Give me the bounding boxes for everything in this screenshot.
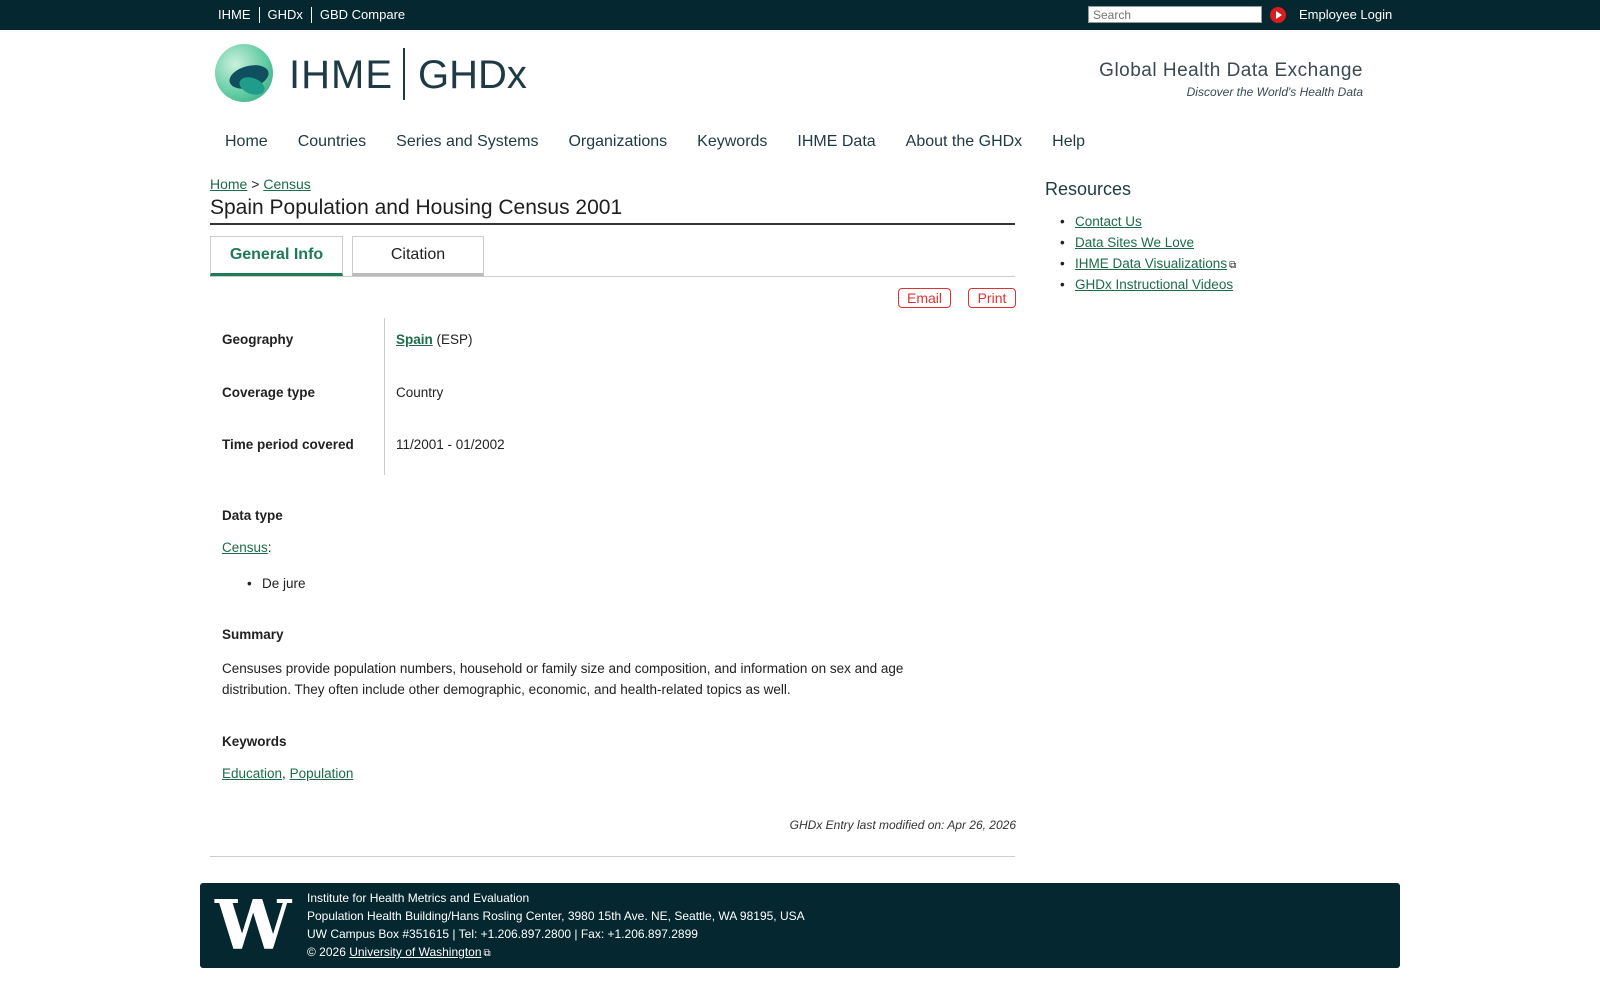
- nav-help[interactable]: Help: [1052, 133, 1085, 151]
- nav-about-ghdx[interactable]: About the GHDx: [906, 133, 1023, 151]
- email-button[interactable]: Email: [898, 288, 951, 308]
- site-tagline: Global Health Data Exchange: [1099, 60, 1363, 81]
- summary-heading: Summary: [222, 627, 284, 642]
- breadcrumb-census[interactable]: Census: [263, 176, 310, 192]
- top-links: IHME GHDx GBD Compare: [218, 7, 413, 23]
- geography-link[interactable]: Spain: [396, 332, 433, 347]
- top-link-ihme[interactable]: IHME: [218, 7, 259, 23]
- top-bar: IHME GHDx GBD Compare Employee Login: [0, 0, 1600, 30]
- keyword-population[interactable]: Population: [290, 766, 354, 781]
- breadcrumb: Home > Census: [210, 176, 311, 192]
- coverage-type-value: Country: [396, 385, 444, 400]
- time-period-value: 11/2001 - 01/2002: [396, 437, 505, 452]
- details-divider: [384, 318, 385, 475]
- summary-line-1: Censuses provide population numbers, hou…: [222, 661, 904, 676]
- footer-line-4: © 2026 University of Washington ⧉: [307, 943, 805, 963]
- nav-countries[interactable]: Countries: [298, 133, 366, 151]
- print-button[interactable]: Print: [968, 288, 1016, 308]
- data-type-line: Census:: [222, 537, 272, 558]
- keywords-list: Education, Population: [222, 763, 353, 784]
- data-type-heading: Data type: [222, 508, 283, 523]
- breadcrumb-home[interactable]: Home: [210, 176, 247, 192]
- data-type-item: De jure: [247, 576, 305, 591]
- ihme-logo-icon[interactable]: [215, 44, 273, 102]
- brand-ghdx[interactable]: GHDx: [418, 53, 527, 98]
- resource-ihme-viz[interactable]: IHME Data Visualizations: [1075, 256, 1227, 271]
- summary-line-2: distribution. They often include other d…: [222, 682, 791, 697]
- resource-item: Contact Us: [1060, 214, 1236, 235]
- time-period-label: Time period covered: [222, 437, 354, 452]
- resource-item: Data Sites We Love: [1060, 235, 1236, 256]
- footer-line-3: UW Campus Box #351615 | Tel: +1.206.897.…: [307, 927, 698, 941]
- uw-logo[interactable]: W: [215, 892, 291, 960]
- tabs-divider: [210, 276, 1015, 277]
- footer-text: Institute for Health Metrics and Evaluat…: [307, 889, 805, 963]
- geography-code: (ESP): [436, 332, 473, 347]
- nav-series-and-systems[interactable]: Series and Systems: [396, 133, 538, 151]
- nav-organizations[interactable]: Organizations: [568, 133, 667, 151]
- resource-ghdx-videos[interactable]: GHDx Instructional Videos: [1075, 277, 1233, 292]
- keywords-heading: Keywords: [222, 734, 287, 749]
- tab-general-info[interactable]: General Info: [210, 236, 343, 276]
- brand-ihme[interactable]: IHME: [289, 53, 393, 98]
- page-title: Spain Population and Housing Census 2001: [210, 196, 1015, 225]
- tab-citation[interactable]: Citation: [352, 236, 484, 276]
- search-input[interactable]: [1088, 6, 1262, 23]
- footer-copyright: © 2026: [307, 945, 346, 959]
- resources-list: Contact Us Data Sites We Love IHME Data …: [1060, 214, 1237, 298]
- top-link-gbd-compare[interactable]: GBD Compare: [310, 7, 413, 23]
- footer: W Institute for Health Metrics and Evalu…: [200, 883, 1400, 968]
- footer-line-2: Population Health Building/Hans Rosling …: [307, 909, 805, 923]
- geography-value: Spain (ESP): [396, 332, 473, 347]
- search-go-icon[interactable]: [1270, 7, 1286, 23]
- external-link-icon: ⧉: [483, 948, 491, 959]
- data-type-census-link[interactable]: Census: [222, 540, 268, 555]
- resource-item: IHME Data Visualizations⧉: [1060, 256, 1237, 277]
- content-bottom-rule: [210, 856, 1015, 857]
- nav-ihme-data[interactable]: IHME Data: [797, 133, 875, 151]
- breadcrumb-separator: >: [251, 176, 260, 192]
- geography-label: Geography: [222, 332, 294, 347]
- last-modified: GHDx Entry last modified on: Apr 26, 202…: [789, 818, 1016, 832]
- main-nav: Home Countries Series and Systems Organi…: [225, 133, 1115, 151]
- employee-login-link[interactable]: Employee Login: [1299, 7, 1392, 22]
- keyword-education[interactable]: Education: [222, 766, 282, 781]
- top-link-ghdx[interactable]: GHDx: [258, 7, 311, 23]
- resource-contact-us[interactable]: Contact Us: [1075, 214, 1142, 229]
- resource-item: GHDx Instructional Videos: [1060, 277, 1236, 298]
- footer-uw-link[interactable]: University of Washington: [349, 945, 481, 959]
- resource-data-sites[interactable]: Data Sites We Love: [1075, 235, 1194, 250]
- nav-keywords[interactable]: Keywords: [697, 133, 767, 151]
- resources-heading: Resources: [1045, 179, 1132, 199]
- site-subtagline: Discover the World's Health Data: [1186, 85, 1363, 99]
- brand-divider: [403, 48, 405, 100]
- keyword-separator: ,: [282, 766, 286, 781]
- data-type-colon: :: [267, 540, 272, 555]
- footer-line-1: Institute for Health Metrics and Evaluat…: [307, 891, 530, 905]
- nav-home[interactable]: Home: [225, 133, 268, 151]
- external-link-icon: ⧉: [1229, 260, 1237, 271]
- coverage-type-label: Coverage type: [222, 385, 316, 400]
